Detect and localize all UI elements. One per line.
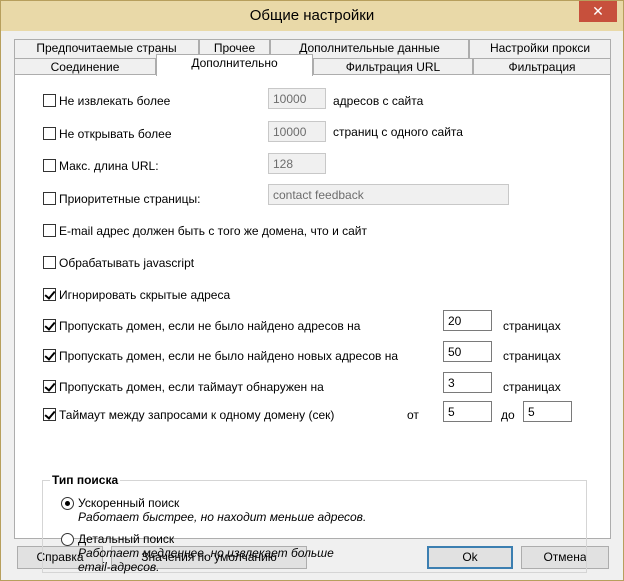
option-process-javascript: Обрабатывать javascript	[15, 254, 610, 272]
priority-pages-input[interactable]: contact feedback	[268, 184, 509, 205]
skip-timeout-checkbox[interactable]	[43, 380, 56, 393]
option-max-url-length: Макс. длина URL: 128	[15, 153, 610, 175]
fast-search-desc: Работает быстрее, но находит меньше адре…	[78, 510, 367, 524]
title-bar[interactable]: Общие настройки ✕	[1, 1, 623, 31]
option-max-addresses: Не извлекать более 10000 адресов с сайта	[15, 88, 610, 110]
skip-timeout-suffix: страницах	[503, 380, 561, 394]
request-delay-to-label: до	[501, 408, 515, 422]
skip-no-new-suffix: страницах	[503, 349, 561, 363]
ignore-hidden-label: Игнорировать скрытые адреса	[59, 288, 231, 302]
option-same-domain-email: E-mail адрес должен быть с того же домен…	[15, 222, 610, 240]
option-request-delay: Таймаут между запросами к одному домену …	[15, 401, 610, 424]
max-url-length-input[interactable]: 128	[268, 153, 326, 174]
search-type-title: Тип поиска	[50, 473, 121, 487]
max-addresses-input[interactable]: 10000	[268, 88, 326, 109]
max-addresses-suffix: адресов с сайта	[333, 94, 424, 108]
max-pages-checkbox[interactable]	[43, 127, 56, 140]
max-pages-suffix: страниц с одного сайта	[333, 125, 463, 139]
request-delay-from-label: от	[407, 408, 419, 422]
max-addresses-label: Не извлекать более	[59, 94, 171, 108]
max-addresses-checkbox[interactable]	[43, 94, 56, 107]
max-pages-input[interactable]: 10000	[268, 121, 326, 142]
skip-no-new-checkbox[interactable]	[43, 349, 56, 362]
skip-timeout-input[interactable]: 3	[443, 372, 492, 393]
option-skip-timeout: Пропускать домен, если таймаут обнаружен…	[15, 372, 610, 396]
request-delay-label: Таймаут между запросами к одному домену …	[59, 408, 335, 422]
tab-advanced[interactable]: Дополнительно	[156, 54, 313, 76]
detailed-search-desc-line2: email-адресов.	[78, 560, 160, 574]
search-type-group: Тип поиска Ускоренный поиск Работает быс…	[42, 473, 587, 574]
fast-search-label: Ускоренный поиск	[78, 496, 180, 510]
skip-no-new-input[interactable]: 50	[443, 341, 492, 362]
request-delay-from-input[interactable]: 5	[443, 401, 492, 422]
detailed-search-label: Детальный поиск	[78, 532, 175, 546]
request-delay-checkbox[interactable]	[43, 408, 56, 421]
ignore-hidden-checkbox[interactable]	[43, 288, 56, 301]
tab-proxy-settings[interactable]: Настройки прокси	[469, 39, 611, 58]
option-max-pages: Не открывать более 10000 страниц с одног…	[15, 121, 610, 143]
option-ignore-hidden: Игнорировать скрытые адреса	[15, 286, 610, 304]
max-url-length-checkbox[interactable]	[43, 159, 56, 172]
option-skip-no-new: Пропускать домен, если не было найдено н…	[15, 341, 610, 365]
option-skip-no-addresses: Пропускать домен, если не было найдено а…	[15, 310, 610, 335]
skip-no-addresses-input[interactable]: 20	[443, 310, 492, 331]
max-url-length-label: Макс. длина URL:	[59, 159, 159, 173]
process-javascript-checkbox[interactable]	[43, 256, 56, 269]
dialog-client: Предпочитаемые страны Прочее Дополнитель…	[8, 31, 616, 574]
max-pages-label: Не открывать более	[59, 127, 172, 141]
skip-no-addresses-checkbox[interactable]	[43, 319, 56, 332]
same-domain-email-label: E-mail адрес должен быть с того же домен…	[59, 224, 367, 238]
option-priority-pages: Приоритетные страницы: contact feedback	[15, 184, 610, 208]
settings-window: Общие настройки ✕ Предпочитаемые страны …	[0, 0, 624, 581]
close-icon: ✕	[592, 3, 604, 19]
skip-no-addresses-suffix: страницах	[503, 319, 561, 333]
priority-pages-checkbox[interactable]	[43, 192, 56, 205]
process-javascript-label: Обрабатывать javascript	[59, 256, 195, 270]
skip-no-addresses-label: Пропускать домен, если не было найдено а…	[59, 319, 361, 333]
priority-pages-label: Приоритетные страницы:	[59, 192, 201, 206]
advanced-panel: Не извлекать более 10000 адресов с сайта…	[14, 74, 611, 574]
detailed-search-desc-line1: Работает медленнее, но извлекает больше	[78, 546, 334, 560]
window-title: Общие настройки	[249, 7, 375, 24]
detailed-search-radio[interactable]	[61, 533, 74, 546]
fast-search-radio[interactable]	[61, 497, 74, 510]
skip-no-new-label: Пропускать домен, если не было найдено н…	[59, 349, 399, 363]
request-delay-to-input[interactable]: 5	[523, 401, 572, 422]
same-domain-email-checkbox[interactable]	[43, 224, 56, 237]
skip-timeout-label: Пропускать домен, если таймаут обнаружен…	[59, 380, 324, 394]
close-button[interactable]: ✕	[579, 1, 617, 22]
